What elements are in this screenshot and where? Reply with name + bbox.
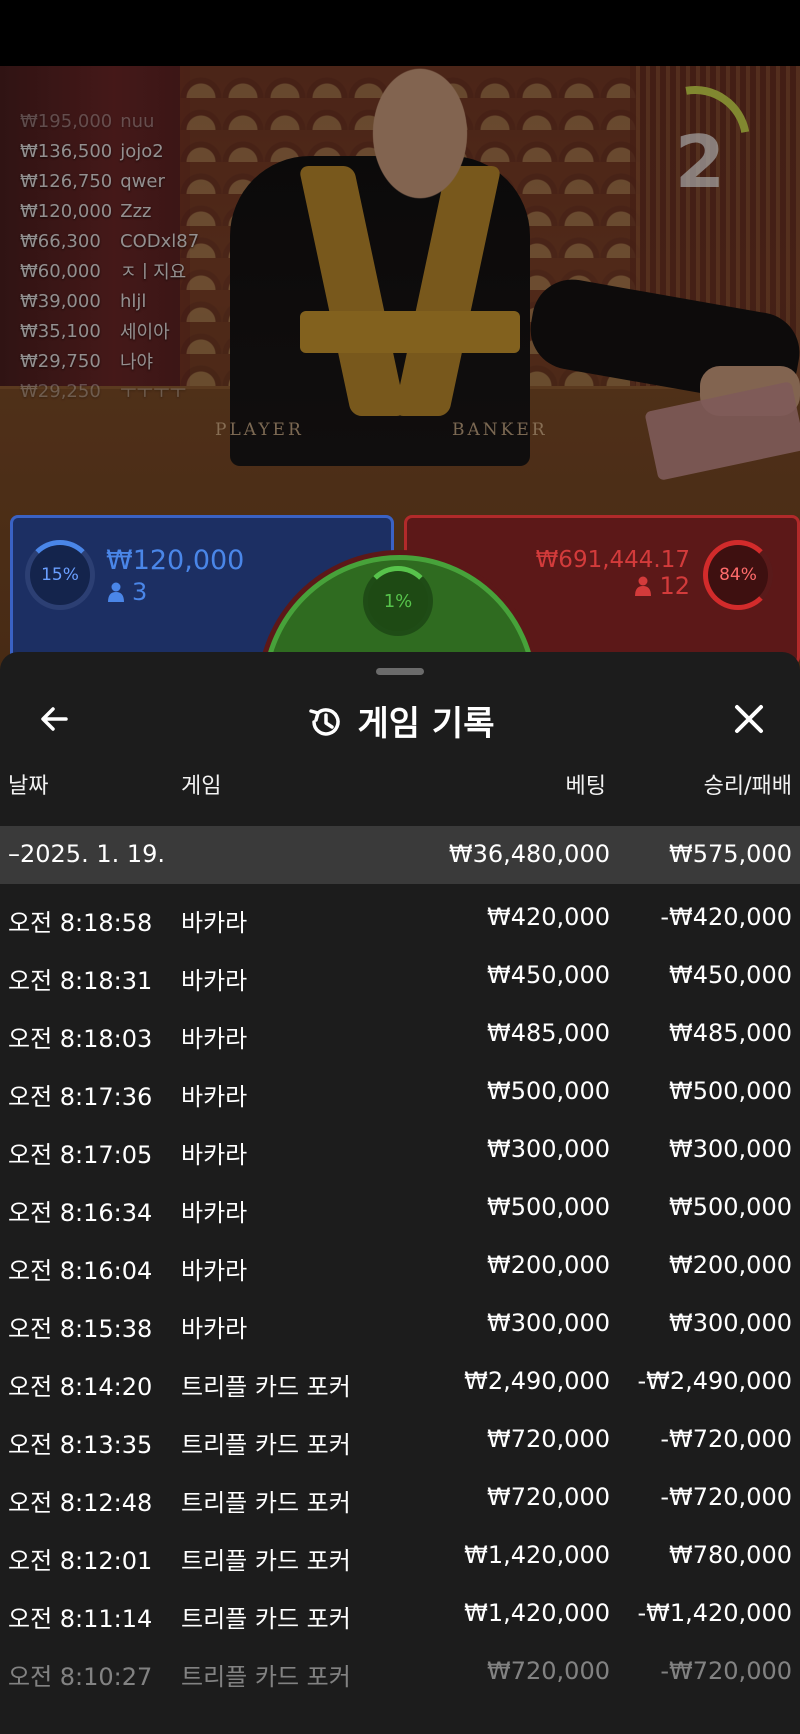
history-game: 바카라 (181, 909, 248, 937)
person-icon (635, 576, 652, 596)
history-win-loss: -₩2,490,000 (637, 1367, 792, 1395)
close-icon (735, 705, 763, 733)
history-row[interactable]: 오전 8:14:20 트리플 카드 포커 ₩2,490,000 -₩2,490,000 (0, 1353, 800, 1411)
history-row[interactable]: 오전 8:16:34 바카라 ₩500,000 ₩500,000 (0, 1179, 800, 1237)
player-total-amount: ₩120,000 (106, 545, 245, 576)
history-row[interactable]: 오전 8:17:36 바카라 ₩500,000 ₩500,000 (0, 1063, 800, 1121)
summary-win-loss: ₩575,000 (669, 840, 792, 868)
history-bet: ₩720,000 (487, 1483, 610, 1511)
history-bet: ₩500,000 (487, 1077, 610, 1105)
history-bet: ₩300,000 (487, 1309, 610, 1337)
summary-bet: ₩36,480,000 (448, 840, 610, 868)
history-time: 오전 8:17:36 (8, 1083, 153, 1111)
history-time: 오전 8:16:04 (8, 1257, 153, 1285)
history-game: 트리플 카드 포커 (181, 1547, 351, 1575)
sheet-title: 게임 기록 (0, 696, 800, 745)
history-row[interactable]: 오전 8:11:14 트리플 카드 포커 ₩1,420,000 -₩1,420,000 (0, 1585, 800, 1643)
history-game: 바카라 (181, 967, 248, 995)
history-win-loss: ₩300,000 (669, 1309, 792, 1337)
status-bar (0, 0, 800, 66)
history-game: 바카라 (181, 1315, 248, 1343)
history-bet: ₩500,000 (487, 1193, 610, 1221)
column-header-game[interactable]: 게임 (181, 768, 221, 800)
history-bet: ₩1,420,000 (464, 1541, 610, 1569)
banker-total-amount: ₩691,444.17 (535, 547, 690, 573)
history-win-loss: ₩450,000 (669, 961, 792, 989)
summary-date: –2025. 1. 19. (8, 840, 166, 868)
history-bet: ₩485,000 (487, 1019, 610, 1047)
person-icon (108, 582, 124, 602)
history-game: 바카라 (181, 1199, 248, 1227)
history-bet: ₩720,000 (487, 1657, 610, 1685)
history-game: 트리플 카드 포커 (181, 1373, 351, 1401)
history-bet: ₩200,000 (487, 1251, 610, 1279)
history-win-loss: ₩500,000 (669, 1077, 792, 1105)
history-row[interactable]: 오전 8:12:01 트리플 카드 포커 ₩1,420,000 ₩780,000 (0, 1527, 800, 1585)
sheet-drag-handle[interactable] (376, 668, 424, 675)
history-bet: ₩420,000 (487, 903, 610, 931)
history-bet: ₩1,420,000 (464, 1599, 610, 1627)
history-row[interactable]: 오전 8:10:27 트리플 카드 포커 ₩720,000 -₩720,000 (0, 1643, 800, 1701)
history-bet: ₩300,000 (487, 1135, 610, 1163)
history-game: 바카라 (181, 1083, 248, 1111)
history-time: 오전 8:17:05 (8, 1141, 153, 1169)
history-win-loss: ₩780,000 (669, 1541, 792, 1569)
history-time: 오전 8:18:58 (8, 909, 153, 937)
history-time: 오전 8:13:35 (8, 1431, 153, 1459)
column-header-win-loss[interactable]: 승리/패배 (704, 768, 792, 800)
history-win-loss: -₩420,000 (660, 903, 792, 931)
player-bettor-count: 3 (108, 578, 147, 606)
history-row[interactable]: 오전 8:18:03 바카라 ₩485,000 ₩485,000 (0, 1005, 800, 1063)
history-game: 바카라 (181, 1025, 248, 1053)
history-bet: ₩720,000 (487, 1425, 610, 1453)
history-win-loss: -₩720,000 (660, 1425, 792, 1453)
history-bet: ₩450,000 (487, 961, 610, 989)
history-time: 오전 8:18:31 (8, 967, 153, 995)
history-row[interactable]: 오전 8:18:31 바카라 ₩450,000 ₩450,000 (0, 947, 800, 1005)
history-time: 오전 8:14:20 (8, 1373, 153, 1401)
history-row[interactable]: 오전 8:17:05 바카라 ₩300,000 ₩300,000 (0, 1121, 800, 1179)
history-row[interactable]: 오전 8:13:35 트리플 카드 포커 ₩720,000 -₩720,000 (0, 1411, 800, 1469)
history-game: 트리플 카드 포커 (181, 1605, 351, 1633)
history-row[interactable]: 오전 8:18:58 바카라 ₩420,000 -₩420,000 (0, 889, 800, 947)
history-win-loss: -₩720,000 (660, 1657, 792, 1685)
history-win-loss: ₩300,000 (669, 1135, 792, 1163)
banker-percent-ring: 84% (703, 540, 773, 610)
column-header-date[interactable]: 날짜 (8, 768, 48, 800)
history-time: 오전 8:10:27 (8, 1663, 153, 1691)
history-time: 오전 8:12:01 (8, 1547, 153, 1575)
history-win-loss: ₩200,000 (669, 1251, 792, 1279)
history-win-loss: -₩1,420,000 (637, 1599, 792, 1627)
history-game: 트리플 카드 포커 (181, 1431, 351, 1459)
column-header-bet[interactable]: 베팅 (566, 768, 606, 800)
history-win-loss: ₩485,000 (669, 1019, 792, 1047)
banker-bettor-count: 12 (635, 572, 690, 600)
history-row[interactable]: 오전 8:12:48 트리플 카드 포커 ₩720,000 -₩720,000 (0, 1469, 800, 1527)
date-summary-row[interactable]: –2025. 1. 19. ₩36,480,000 ₩575,000 (0, 826, 800, 884)
history-row[interactable]: 오전 8:15:38 바카라 ₩300,000 ₩300,000 (0, 1295, 800, 1353)
history-win-loss: -₩720,000 (660, 1483, 792, 1511)
history-time: 오전 8:15:38 (8, 1315, 153, 1343)
history-time: 오전 8:12:48 (8, 1489, 153, 1517)
history-win-loss: ₩500,000 (669, 1193, 792, 1221)
history-game: 바카라 (181, 1257, 248, 1285)
history-list: 오전 8:18:58 바카라 ₩420,000 -₩420,000 오전 8:18:31… (0, 889, 800, 1701)
history-row[interactable]: 오전 8:16:04 바카라 ₩200,000 ₩200,000 (0, 1237, 800, 1295)
history-time: 오전 8:18:03 (8, 1025, 153, 1053)
history-time: 오전 8:11:14 (8, 1605, 153, 1633)
history-game: 트리플 카드 포커 (181, 1663, 351, 1691)
history-time: 오전 8:16:34 (8, 1199, 153, 1227)
tie-percent-ring: 1% (363, 566, 433, 636)
player-percent-ring: 15% (25, 540, 95, 610)
history-game: 트리플 카드 포커 (181, 1489, 351, 1517)
history-bet: ₩2,490,000 (464, 1367, 610, 1395)
history-icon (308, 708, 340, 736)
close-button[interactable] (726, 696, 772, 742)
sheet-header: 게임 기록 (0, 682, 800, 752)
history-game: 바카라 (181, 1141, 248, 1169)
